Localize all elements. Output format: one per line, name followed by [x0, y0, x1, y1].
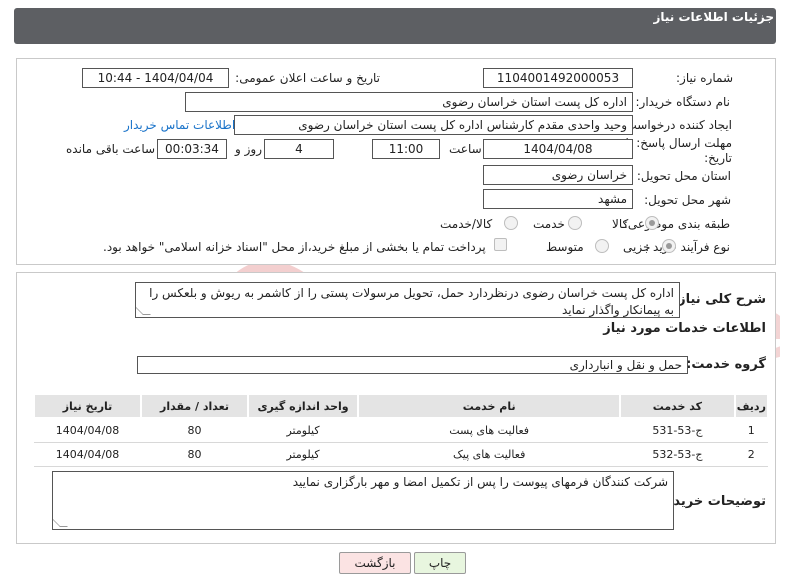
resize-handle-icon[interactable] [53, 519, 68, 527]
cell-service-code: ج-53-532 [620, 442, 735, 467]
category-goods-label: کالا [612, 217, 629, 231]
cell-quantity: 80 [141, 442, 248, 467]
remaining-label: ساعت باقی مانده [66, 142, 156, 156]
process-minor-radio[interactable] [662, 239, 676, 253]
category-label: طبقه بندی موضوعی: [623, 217, 730, 231]
cell-row-number: 2 [734, 442, 768, 467]
category-goods-service-label: کالا/خدمت [440, 217, 493, 231]
process-medium-radio[interactable] [595, 239, 609, 253]
cell-quantity: 80 [141, 418, 248, 443]
cell-service-name: فعالیت های پیک [358, 442, 621, 467]
deadline-label-line1: مهلت ارسال پاسخ: تا [625, 136, 732, 150]
announce-label: تاریخ و ساعت اعلان عمومی: [235, 71, 380, 85]
services-table: ردیف کد خدمت نام خدمت واحد اندازه گیری ت… [32, 393, 770, 467]
cell-need-date: 1404/04/08 [34, 442, 142, 467]
table-header-row: ردیف کد خدمت نام خدمت واحد اندازه گیری ت… [32, 393, 770, 419]
cell-unit: کیلومتر [247, 418, 359, 443]
category-goods-radio[interactable] [645, 216, 659, 230]
category-service-label: خدمت [533, 217, 565, 231]
announce-field: 1404/04/04 - 10:44 [82, 68, 229, 88]
need-number-label: شماره نیاز: [676, 71, 733, 85]
process-minor-label: جزیی [623, 240, 651, 254]
cell-unit: کیلومتر [247, 442, 359, 467]
description-text: اداره کل پست خراسان رضوی درنظردارد حمل، … [149, 286, 674, 317]
col-row-number: ردیف [733, 393, 770, 419]
table-row: 2 ج-53-532 فعالیت های پیک کیلومتر 80 140… [34, 442, 768, 467]
service-group-field: حمل و نقل و انبارداری [137, 356, 688, 374]
col-unit: واحد اندازه گیری [246, 393, 360, 419]
description-label: شرح کلی نیاز: [672, 292, 766, 307]
contact-info-link[interactable]: اطلاعات تماس خریدار [124, 118, 235, 132]
treasury-payment-checkbox[interactable] [494, 238, 507, 251]
deadline-label-line2: تاریخ: [704, 151, 732, 165]
description-textarea: اداره کل پست خراسان رضوی درنظردارد حمل، … [135, 282, 680, 318]
cell-service-name: فعالیت های پست [358, 418, 621, 443]
services-section-title: اطلاعات خدمات مورد نیاز [603, 321, 766, 336]
city-field: مشهد [483, 189, 633, 209]
category-goods-service-radio[interactable] [504, 216, 518, 230]
print-button[interactable]: چاپ [414, 552, 466, 574]
buyer-notes-text: شرکت کنندگان فرمهای پیوست را پس از تکمیل… [292, 475, 668, 489]
buyer-org-label: نام دستگاه خریدار: [635, 95, 731, 109]
col-service-name: نام خدمت [357, 393, 622, 419]
resize-handle-icon[interactable] [136, 307, 151, 315]
city-label: شهر محل تحویل: [644, 193, 731, 207]
buyer-notes-textarea: شرکت کنندگان فرمهای پیوست را پس از تکمیل… [52, 471, 674, 530]
need-number-field: 1104001492000053 [483, 68, 633, 88]
buyer-org-field: اداره کل پست استان خراسان رضوی [185, 92, 633, 112]
col-quantity: تعداد / مقدار [140, 393, 249, 419]
col-service-code: کد خدمت [619, 393, 736, 419]
category-service-radio[interactable] [568, 216, 582, 230]
process-medium-label: متوسط [546, 240, 584, 254]
service-group-label: گروه خدمت: [686, 357, 766, 372]
creator-field: وحید واحدی مقدم کارشناس اداره کل پست است… [234, 115, 633, 135]
page-title: جزئیات اطلاعات نیاز [653, 10, 774, 24]
days-label: روز و [235, 142, 262, 156]
province-field: خراسان رضوی [483, 165, 633, 185]
process-type-label: نوع فرآیند خرید : [645, 240, 730, 254]
table-row: 1 ج-53-531 فعالیت های پست کیلومتر 80 140… [34, 418, 768, 443]
treasury-payment-note: پرداخت تمام یا بخشی از مبلغ خرید،از محل … [103, 240, 486, 254]
province-label: استان محل تحویل: [636, 169, 731, 183]
cell-service-code: ج-53-531 [620, 418, 735, 443]
col-need-date: تاریخ نیاز [32, 393, 143, 419]
deadline-time-label: ساعت [449, 142, 482, 156]
deadline-time-field: 11:00 [372, 139, 440, 159]
remaining-time-field: 00:03:34 [157, 139, 227, 159]
creator-label: ایجاد کننده درخواست: [621, 118, 732, 132]
deadline-date-field: 1404/04/08 [483, 139, 633, 159]
need-info-panel [16, 58, 776, 265]
days-field: 4 [264, 139, 334, 159]
cell-row-number: 1 [734, 418, 768, 443]
cell-need-date: 1404/04/08 [34, 418, 142, 443]
back-button[interactable]: بازگشت [339, 552, 411, 574]
